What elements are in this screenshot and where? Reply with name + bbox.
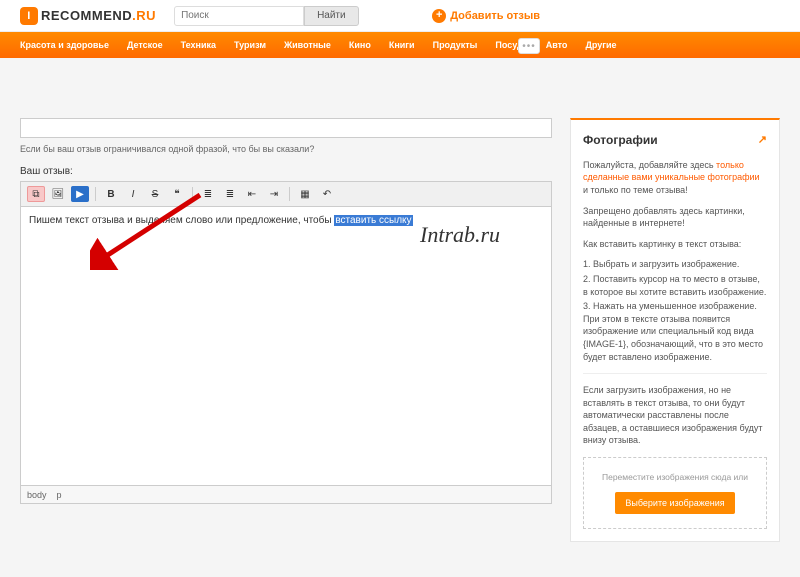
indent-button[interactable]: ⇥ (265, 186, 283, 202)
dropzone-text: Переместите изображения сюда или (592, 472, 758, 484)
plus-icon: + (432, 9, 446, 23)
nav-item[interactable]: Авто (546, 40, 568, 50)
logo-badge-icon: I (20, 7, 38, 25)
select-images-button[interactable]: Выберите изображения (615, 492, 734, 514)
editor-content: Пишем текст отзыва и выделяем слово или … (29, 215, 413, 226)
editor-textarea[interactable]: Пишем текст отзыва и выделяем слово или … (20, 206, 552, 486)
status-p[interactable]: p (57, 490, 62, 500)
sidebar-title: Фотографии ↗ (583, 132, 767, 149)
toolbar-separator (289, 187, 290, 201)
nav-item[interactable]: Животные (284, 40, 331, 50)
sidebar-instruction: Пожалуйста, добавляйте здесь только сдел… (583, 159, 767, 197)
sidebar-howto-title: Как вставить картинку в текст отзыва: (583, 238, 767, 251)
video-button[interactable]: ▶ (71, 186, 89, 202)
search-input[interactable] (174, 6, 304, 26)
toolbar-separator (192, 187, 193, 201)
undo-button[interactable]: ↶ (318, 186, 336, 202)
nav-item[interactable]: Продукты (433, 40, 478, 50)
sidebar-warning: Запрещено добавлять здесь картинки, найд… (583, 205, 767, 230)
main-nav: Красота и здоровье Детское Техника Туриз… (0, 32, 800, 58)
ordered-list-button[interactable]: ≣ (221, 186, 239, 202)
step-item: Поставить курсор на то место в отзыве, в… (583, 273, 767, 298)
link-button[interactable]: ⧉ (27, 186, 45, 202)
search-button[interactable]: Найти (304, 6, 359, 26)
logo[interactable]: I RECOMMEND .RU (20, 7, 156, 25)
review-title-input[interactable] (20, 118, 552, 138)
nav-item[interactable]: Книги (389, 40, 415, 50)
editor-selection: вставить ссылку (334, 215, 412, 226)
sidebar-title-text: Фотографии (583, 132, 658, 149)
toolbar-separator (95, 187, 96, 201)
editor-column: Если бы ваш отзыв ограничивался одной фр… (20, 118, 552, 542)
review-label: Ваш отзыв: (20, 166, 552, 177)
table-button[interactable]: ▦ (296, 186, 314, 202)
image-button[interactable]: 🖼 (49, 186, 67, 202)
title-hint: Если бы ваш отзыв ограничивался одной фр… (20, 144, 552, 154)
divider (583, 373, 767, 374)
logo-text: RECOMMEND (41, 8, 132, 23)
status-body[interactable]: body (27, 490, 47, 500)
strike-button[interactable]: S (146, 186, 164, 202)
nav-item[interactable]: Красота и здоровье (20, 40, 109, 50)
nav-item[interactable]: Кино (349, 40, 371, 50)
nav-item[interactable]: Туризм (234, 40, 266, 50)
unordered-list-button[interactable]: ≣ (199, 186, 217, 202)
collapse-button[interactable]: ••• (518, 38, 540, 54)
nav-item[interactable]: Детское (127, 40, 163, 50)
search-box: Найти (174, 6, 359, 26)
photos-sidebar: Фотографии ↗ Пожалуйста, добавляйте здес… (570, 118, 780, 542)
editor-status-bar: body p (20, 486, 552, 504)
step-item: Нажать на уменьшенное изображение. При э… (583, 300, 767, 363)
quote-button[interactable]: ❝ (168, 186, 186, 202)
nav-item[interactable]: Техника (181, 40, 216, 50)
editor-plain-text: Пишем текст отзыва и выделяем слово или … (29, 215, 334, 226)
sidebar-note: Если загрузить изображения, но не вставл… (583, 384, 767, 447)
external-link-icon[interactable]: ↗ (758, 133, 767, 148)
editor-toolbar: ⧉ 🖼 ▶ B I S ❝ ≣ ≣ ⇤ ⇥ ▦ ↶ (20, 181, 552, 206)
upload-dropzone[interactable]: Переместите изображения сюда или Выберит… (583, 457, 767, 529)
header: I RECOMMEND .RU Найти + Добавить отзыв (0, 0, 800, 32)
bold-button[interactable]: B (102, 186, 120, 202)
sidebar-steps: Выбрать и загрузить изображение. Постави… (583, 258, 767, 363)
italic-button[interactable]: I (124, 186, 142, 202)
nav-item[interactable]: Другие (585, 40, 616, 50)
logo-suffix: .RU (132, 8, 156, 23)
add-review-label: Добавить отзыв (450, 10, 540, 22)
outdent-button[interactable]: ⇤ (243, 186, 261, 202)
step-item: Выбрать и загрузить изображение. (583, 258, 767, 271)
add-review-link[interactable]: + Добавить отзыв (432, 9, 540, 23)
